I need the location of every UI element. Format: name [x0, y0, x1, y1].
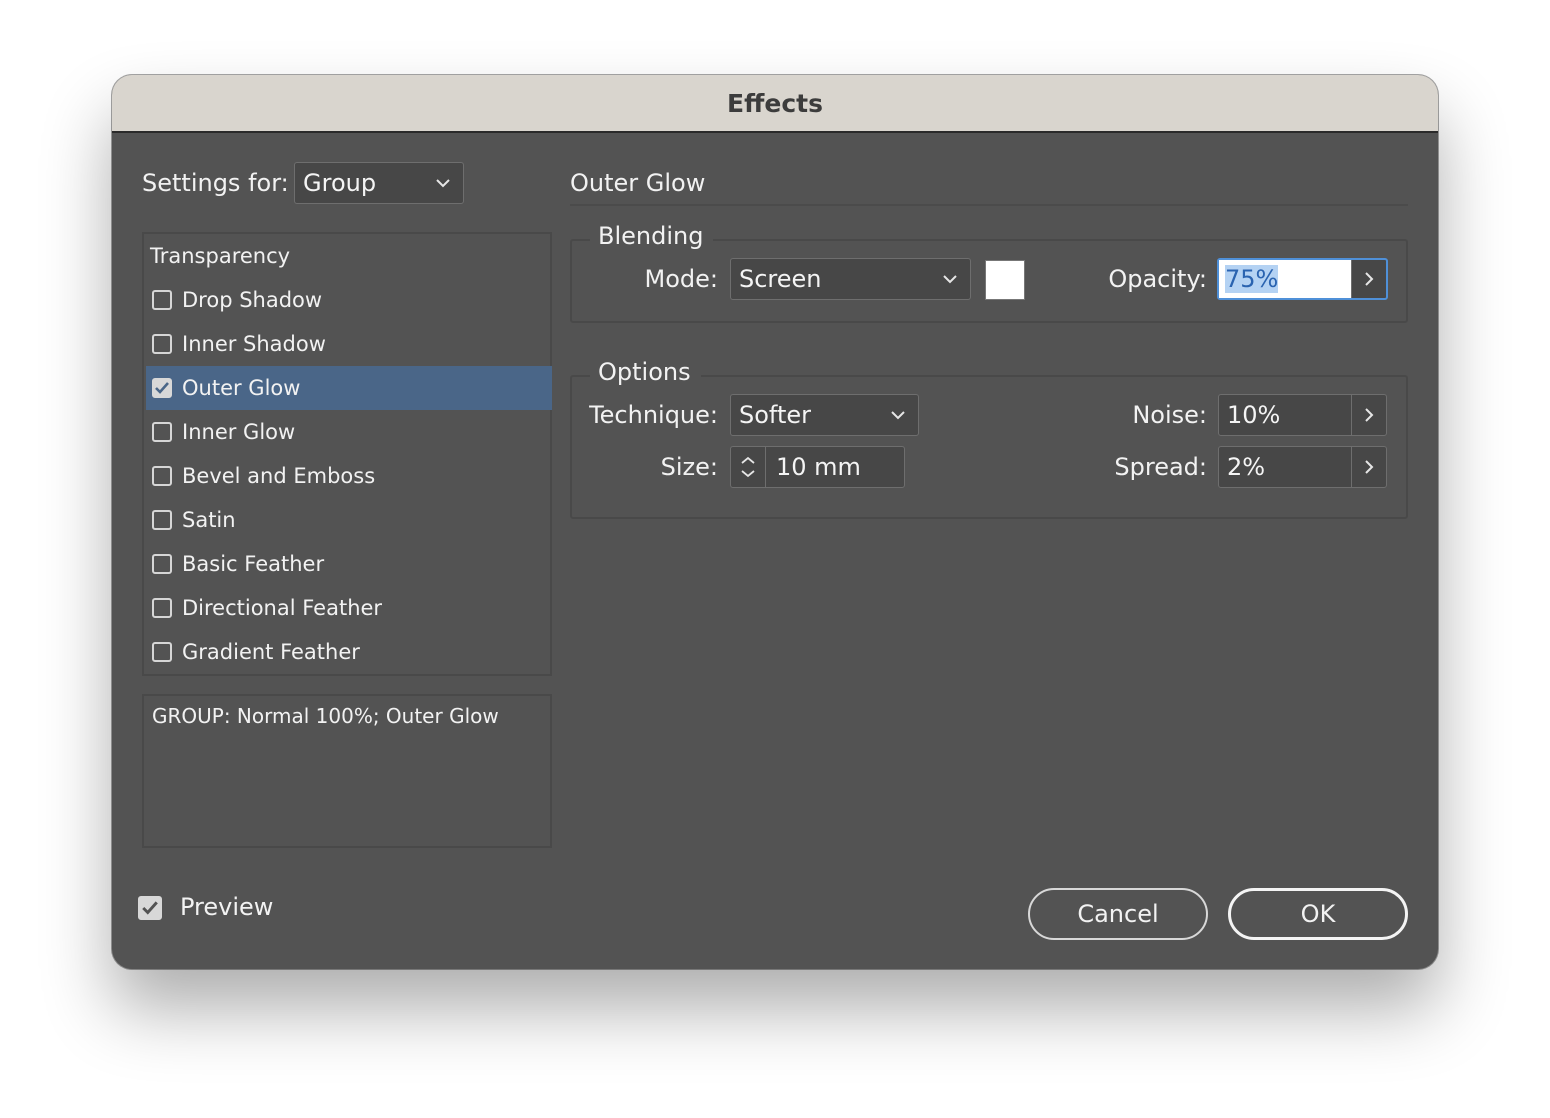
effects-dialog: Effects Settings for: Group Transparency… — [112, 75, 1438, 969]
opacity-field[interactable]: 75% — [1217, 258, 1388, 300]
effect-label: Basic Feather — [182, 552, 325, 576]
checkbox[interactable] — [152, 510, 172, 530]
effect-item-inner-shadow[interactable]: Inner Shadow — [146, 322, 552, 366]
mode-label: Mode: — [644, 265, 718, 293]
options-legend: Options — [590, 358, 701, 386]
noise-input[interactable]: 10% — [1219, 395, 1351, 435]
blend-mode-dropdown[interactable]: Screen — [730, 258, 971, 300]
chevron-right-icon[interactable] — [1351, 447, 1386, 487]
effect-item-drop-shadow[interactable]: Drop Shadow — [146, 278, 552, 322]
blend-mode-value: Screen — [739, 265, 822, 293]
glow-color-swatch[interactable] — [985, 260, 1025, 300]
chevron-down-icon — [930, 274, 970, 284]
effect-label: Inner Shadow — [182, 332, 326, 356]
effect-label: Gradient Feather — [182, 640, 360, 664]
effect-item-bevel-and-emboss[interactable]: Bevel and Emboss — [146, 454, 552, 498]
cancel-button[interactable]: Cancel — [1028, 888, 1208, 940]
noise-label: Noise: — [1132, 401, 1207, 429]
effect-item-basic-feather[interactable]: Basic Feather — [146, 542, 552, 586]
noise-field[interactable]: 10% — [1218, 394, 1387, 436]
section-divider — [570, 204, 1408, 206]
effect-item-inner-glow[interactable]: Inner Glow — [146, 410, 552, 454]
chevron-right-icon[interactable] — [1351, 260, 1386, 298]
effect-item-gradient-feather[interactable]: Gradient Feather — [146, 630, 552, 674]
spread-input[interactable]: 2% — [1219, 447, 1351, 487]
checkbox[interactable] — [152, 334, 172, 354]
section-title: Outer Glow — [570, 169, 706, 197]
effects-list-header: Transparency — [150, 244, 291, 268]
effect-item-satin[interactable]: Satin — [146, 498, 552, 542]
summary-text: GROUP: Normal 100%; Outer Glow — [152, 704, 499, 728]
title-bar[interactable]: Effects — [112, 75, 1438, 133]
chevron-down-icon — [878, 410, 918, 420]
stepper-icon[interactable] — [731, 447, 766, 487]
spread-label: Spread: — [1114, 453, 1207, 481]
checkbox[interactable] — [152, 422, 172, 442]
checkbox[interactable] — [152, 598, 172, 618]
effect-label: Drop Shadow — [182, 288, 323, 312]
effect-label: Bevel and Emboss — [182, 464, 376, 488]
effects-list: Transparency Drop Shadow Inner Shadow Ou… — [142, 232, 552, 676]
technique-value: Softer — [739, 401, 811, 429]
technique-label: Technique: — [589, 401, 718, 429]
opacity-input[interactable]: 75% — [1219, 260, 1351, 298]
effect-item-directional-feather[interactable]: Directional Feather — [146, 586, 552, 630]
effect-label: Satin — [182, 508, 236, 532]
settings-for-value: Group — [303, 169, 377, 197]
effects-summary: GROUP: Normal 100%; Outer Glow — [142, 694, 552, 848]
opacity-label: Opacity: — [1108, 265, 1207, 293]
effect-label: Outer Glow — [182, 376, 301, 400]
spread-field[interactable]: 2% — [1218, 446, 1387, 488]
effect-item-outer-glow[interactable]: Outer Glow — [146, 366, 552, 410]
opacity-value: 75% — [1225, 265, 1279, 293]
settings-for-label: Settings for: — [142, 169, 289, 197]
technique-dropdown[interactable]: Softer — [730, 394, 919, 436]
chevron-down-icon — [423, 178, 463, 188]
checkbox[interactable] — [152, 642, 172, 662]
checkbox-checked[interactable] — [152, 378, 172, 398]
checkmark-icon — [142, 901, 158, 915]
preview-label: Preview — [180, 893, 274, 921]
size-input[interactable]: 10 mm — [766, 447, 904, 487]
blending-legend: Blending — [590, 222, 714, 250]
size-label: Size: — [660, 453, 718, 481]
checkbox[interactable] — [152, 290, 172, 310]
checkbox[interactable] — [152, 554, 172, 574]
chevron-right-icon[interactable] — [1351, 395, 1386, 435]
ok-button[interactable]: OK — [1228, 888, 1408, 940]
preview-checkbox[interactable] — [138, 896, 162, 920]
dialog-title: Effects — [727, 88, 823, 118]
checkmark-icon — [155, 382, 169, 394]
effect-label: Inner Glow — [182, 420, 296, 444]
effect-label: Directional Feather — [182, 596, 383, 620]
settings-for-dropdown[interactable]: Group — [294, 162, 464, 204]
checkbox[interactable] — [152, 466, 172, 486]
size-field[interactable]: 10 mm — [730, 446, 905, 488]
